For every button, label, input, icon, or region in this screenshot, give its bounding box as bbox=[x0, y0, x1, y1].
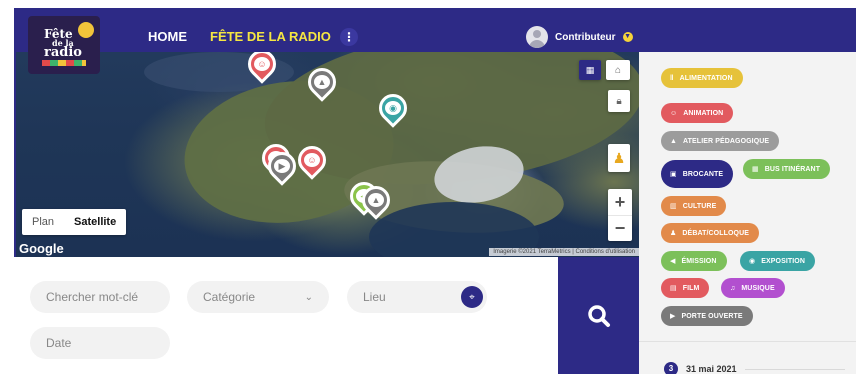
search-icon bbox=[587, 304, 610, 327]
tag-brocante[interactable]: ▣ BROCANTE bbox=[661, 160, 734, 188]
sidebar-divider bbox=[639, 341, 856, 342]
map-type-satellite[interactable]: Satellite bbox=[64, 209, 126, 235]
tag-label: ALIMENTATION bbox=[679, 74, 733, 82]
category-sidebar: ‖ ALIMENTATION ☺ ANIMATION ▲ ATELIER PÉD… bbox=[639, 8, 856, 374]
map[interactable]: ☺ ▲ ◉ ☺ ▶ ☺ ◀ ▲ ▦ ⌂ � bbox=[14, 52, 639, 257]
map-marker-porte-ouverte[interactable]: ▶ bbox=[262, 146, 302, 190]
sign-in-icon: ▶ bbox=[670, 313, 676, 320]
more-menu-icon[interactable]: ⋮ bbox=[340, 28, 358, 46]
tag-label: FILM bbox=[682, 284, 700, 292]
locate-icon[interactable]: ⌖ bbox=[461, 286, 483, 308]
tag-label: MUSIQUE bbox=[741, 284, 775, 292]
map-attribution[interactable]: Imagerie ©2021 TerraMetrics | Conditions… bbox=[489, 248, 639, 256]
tag-label: ATELIER PÉDAGOGIQUE bbox=[683, 137, 770, 145]
search-panel: Chercher mot-clé Catégorie ⌄ Lieu ⌖ Date bbox=[14, 257, 558, 374]
nav-home-link[interactable]: HOME bbox=[148, 29, 187, 44]
event-date-header: 3 31 mai 2021 bbox=[664, 362, 845, 374]
graduation-cap-icon: ▲ bbox=[368, 193, 384, 207]
keyword-placeholder: Chercher mot-clé bbox=[46, 290, 139, 304]
map-marker-exposition[interactable]: ◉ bbox=[373, 88, 413, 132]
map-marker-atelier[interactable]: ▲ bbox=[356, 180, 396, 224]
smile-icon: ☺ bbox=[670, 109, 678, 117]
chevron-down-icon: ▼ bbox=[622, 32, 633, 42]
smile-icon: ☺ bbox=[254, 57, 270, 71]
cutlery-icon: ‖ bbox=[670, 74, 674, 82]
map-marker-animation[interactable]: ☺ bbox=[242, 52, 282, 88]
category-select[interactable]: Catégorie ⌄ bbox=[187, 281, 329, 313]
smile-icon: ☺ bbox=[304, 153, 320, 167]
chevron-down-icon: ⌄ bbox=[304, 291, 313, 303]
date-input[interactable]: Date bbox=[30, 327, 170, 359]
map-marker-animation[interactable]: ☺ bbox=[292, 140, 332, 184]
museum-icon: ▥ bbox=[670, 203, 677, 210]
map-type-plan[interactable]: Plan bbox=[22, 209, 64, 235]
tag-label: BROCANTE bbox=[682, 170, 724, 178]
map-type-control: Plan Satellite bbox=[22, 209, 127, 235]
tag-culture[interactable]: ▥ CULTURE bbox=[661, 196, 727, 216]
graduation-cap-icon: ▲ bbox=[314, 75, 330, 89]
top-nav: HOME FÊTE DE LA RADIO ⋮ Contributeur ▼ bbox=[14, 8, 639, 52]
zoom-in-button[interactable]: + bbox=[608, 189, 632, 215]
tag-label: CULTURE bbox=[682, 202, 717, 210]
broadcast-icon: ◀ bbox=[670, 258, 676, 265]
tag-bus-itinerant[interactable]: ▦ BUS ITINÉRANT bbox=[743, 159, 831, 179]
tag-musique[interactable]: ♫ MUSIQUE bbox=[721, 278, 785, 298]
tag-alimentation[interactable]: ‖ ALIMENTATION bbox=[661, 68, 743, 88]
home-icon[interactable]: ⌂ bbox=[606, 60, 630, 80]
tag-animation[interactable]: ☺ ANIMATION bbox=[661, 103, 734, 123]
event-count-badge: 3 bbox=[664, 362, 678, 374]
sign-in-icon: ▶ bbox=[274, 159, 290, 173]
tag-label: DÉBAT/COLLOQUE bbox=[682, 229, 749, 237]
music-icon: ♫ bbox=[730, 284, 736, 292]
keyword-search-input[interactable]: Chercher mot-clé bbox=[30, 281, 170, 313]
bus-icon: ▦ bbox=[752, 166, 759, 173]
user-menu[interactable]: Contributeur ▼ bbox=[526, 26, 633, 48]
tag-film[interactable]: ▤ FILM bbox=[661, 278, 710, 298]
location-input[interactable]: Lieu ⌖ bbox=[347, 281, 487, 313]
lock-icon[interactable]: 🔒︎ bbox=[608, 90, 630, 112]
page: HOME FÊTE DE LA RADIO ⋮ Contributeur ▼ F… bbox=[0, 0, 856, 374]
logo-line-3: radio bbox=[44, 45, 82, 60]
location-placeholder: Lieu bbox=[363, 290, 386, 304]
logo-strip bbox=[42, 60, 86, 66]
tag-debat-colloque[interactable]: ♟ DÉBAT/COLLOQUE bbox=[661, 223, 759, 243]
tag-label: ANIMATION bbox=[683, 109, 724, 117]
nav-fete-link[interactable]: FÊTE DE LA RADIO bbox=[210, 29, 331, 44]
date-placeholder: Date bbox=[46, 336, 72, 350]
calendar-icon[interactable]: ▦ bbox=[579, 60, 601, 80]
tag-label: PORTE OUVERTE bbox=[681, 312, 743, 320]
google-logo: Google bbox=[19, 241, 64, 256]
film-icon: ▤ bbox=[670, 285, 677, 292]
category-placeholder: Catégorie bbox=[203, 290, 256, 304]
date-divider bbox=[744, 368, 845, 370]
users-icon: ♟ bbox=[670, 230, 677, 237]
sidebar-header bbox=[639, 8, 856, 52]
graduation-cap-icon: ▲ bbox=[670, 137, 678, 145]
tag-porte-ouverte[interactable]: ▶ PORTE OUVERTE bbox=[661, 306, 753, 326]
eye-icon: ◉ bbox=[385, 101, 401, 115]
zoom-control: + − bbox=[608, 189, 632, 241]
tag-label: BUS ITINÉRANT bbox=[764, 165, 821, 173]
tag-emission[interactable]: ◀ ÉMISSION bbox=[661, 251, 727, 271]
tag-exposition[interactable]: ◉ EXPOSITION bbox=[740, 251, 816, 271]
event-date: 31 mai 2021 bbox=[686, 364, 737, 374]
logo-sun bbox=[78, 22, 94, 38]
site-logo[interactable]: Fête de la radio bbox=[28, 16, 100, 74]
zoom-out-button[interactable]: − bbox=[608, 215, 632, 241]
eye-icon: ◉ bbox=[749, 258, 756, 265]
map-marker-atelier[interactable]: ▲ bbox=[302, 62, 342, 106]
tag-atelier-pedagogique[interactable]: ▲ ATELIER PÉDAGOGIQUE bbox=[661, 131, 780, 151]
pegman-icon[interactable]: ♟ bbox=[608, 144, 630, 172]
image-icon: ▣ bbox=[670, 171, 677, 178]
search-button[interactable] bbox=[558, 257, 639, 374]
avatar bbox=[526, 26, 548, 48]
user-label: Contributeur bbox=[555, 31, 616, 43]
tag-label: ÉMISSION bbox=[681, 257, 717, 265]
tag-label: EXPOSITION bbox=[761, 257, 806, 265]
